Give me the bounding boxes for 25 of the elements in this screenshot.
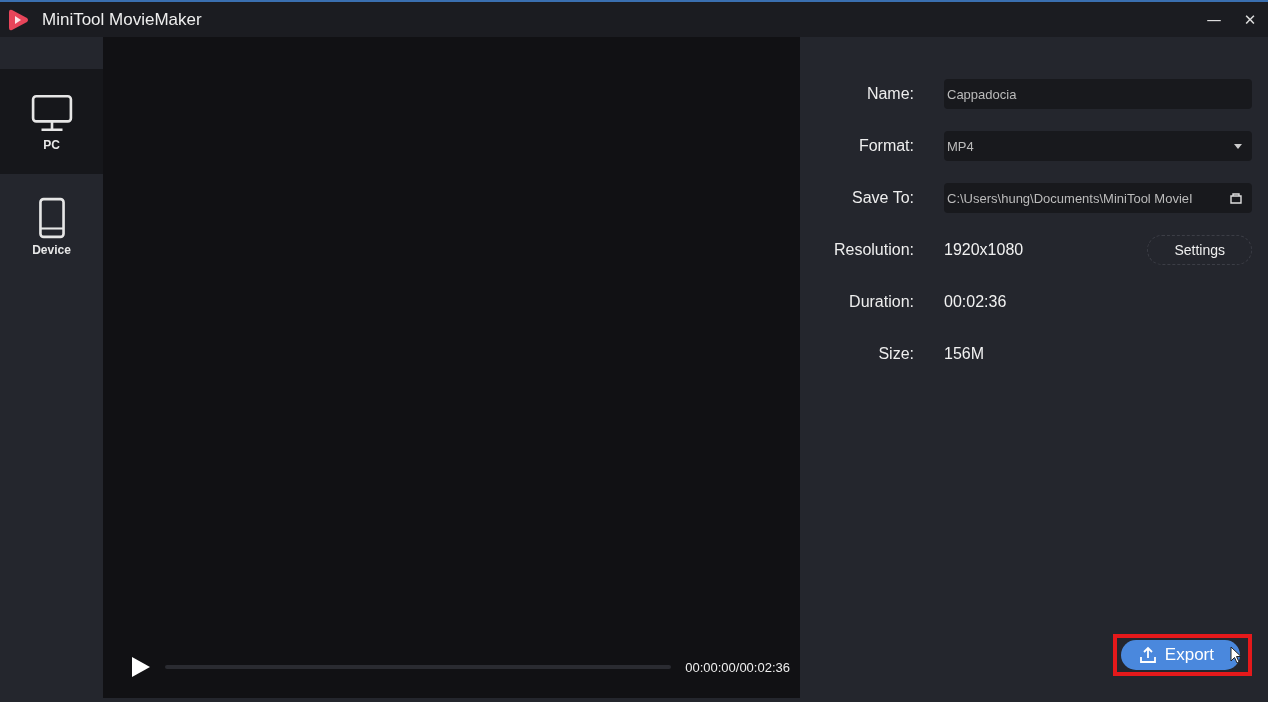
field-label: Resolution: [832,241,914,259]
field-label: Duration: [848,293,914,311]
field-label: Save To: [851,189,914,207]
close-button[interactable]: ✕ [1232,4,1268,35]
field-label: Name: [865,85,914,103]
save-path-field[interactable]: C:\Users\hung\Documents\MiniTool MovieI [944,183,1252,213]
app-logo-icon [6,7,30,32]
format-dropdown[interactable]: MP4 [944,131,1252,161]
window-title: MiniTool MovieMaker [42,9,202,30]
cursor-icon [1230,646,1242,664]
name-field[interactable]: Cappadocia [944,79,1252,109]
folder-icon[interactable] [1230,192,1242,204]
play-icon [131,656,151,678]
play-button[interactable] [131,656,151,678]
caret-icon [1234,143,1242,149]
field-label: Size: [877,345,914,363]
duration-value: 00:02:36 [944,292,1008,312]
field-label: Format: [857,137,914,155]
minimize-button[interactable]: — [1196,4,1232,35]
sidebar-item[interactable]: PC [0,69,103,174]
time-readout: 00:00:00/00:02:36 [685,659,790,675]
upload-icon [1138,646,1157,664]
resolution-value: 1920x1080 [944,240,1024,260]
size-value: 156M [944,344,986,364]
export-button[interactable]: Export [1120,640,1240,670]
